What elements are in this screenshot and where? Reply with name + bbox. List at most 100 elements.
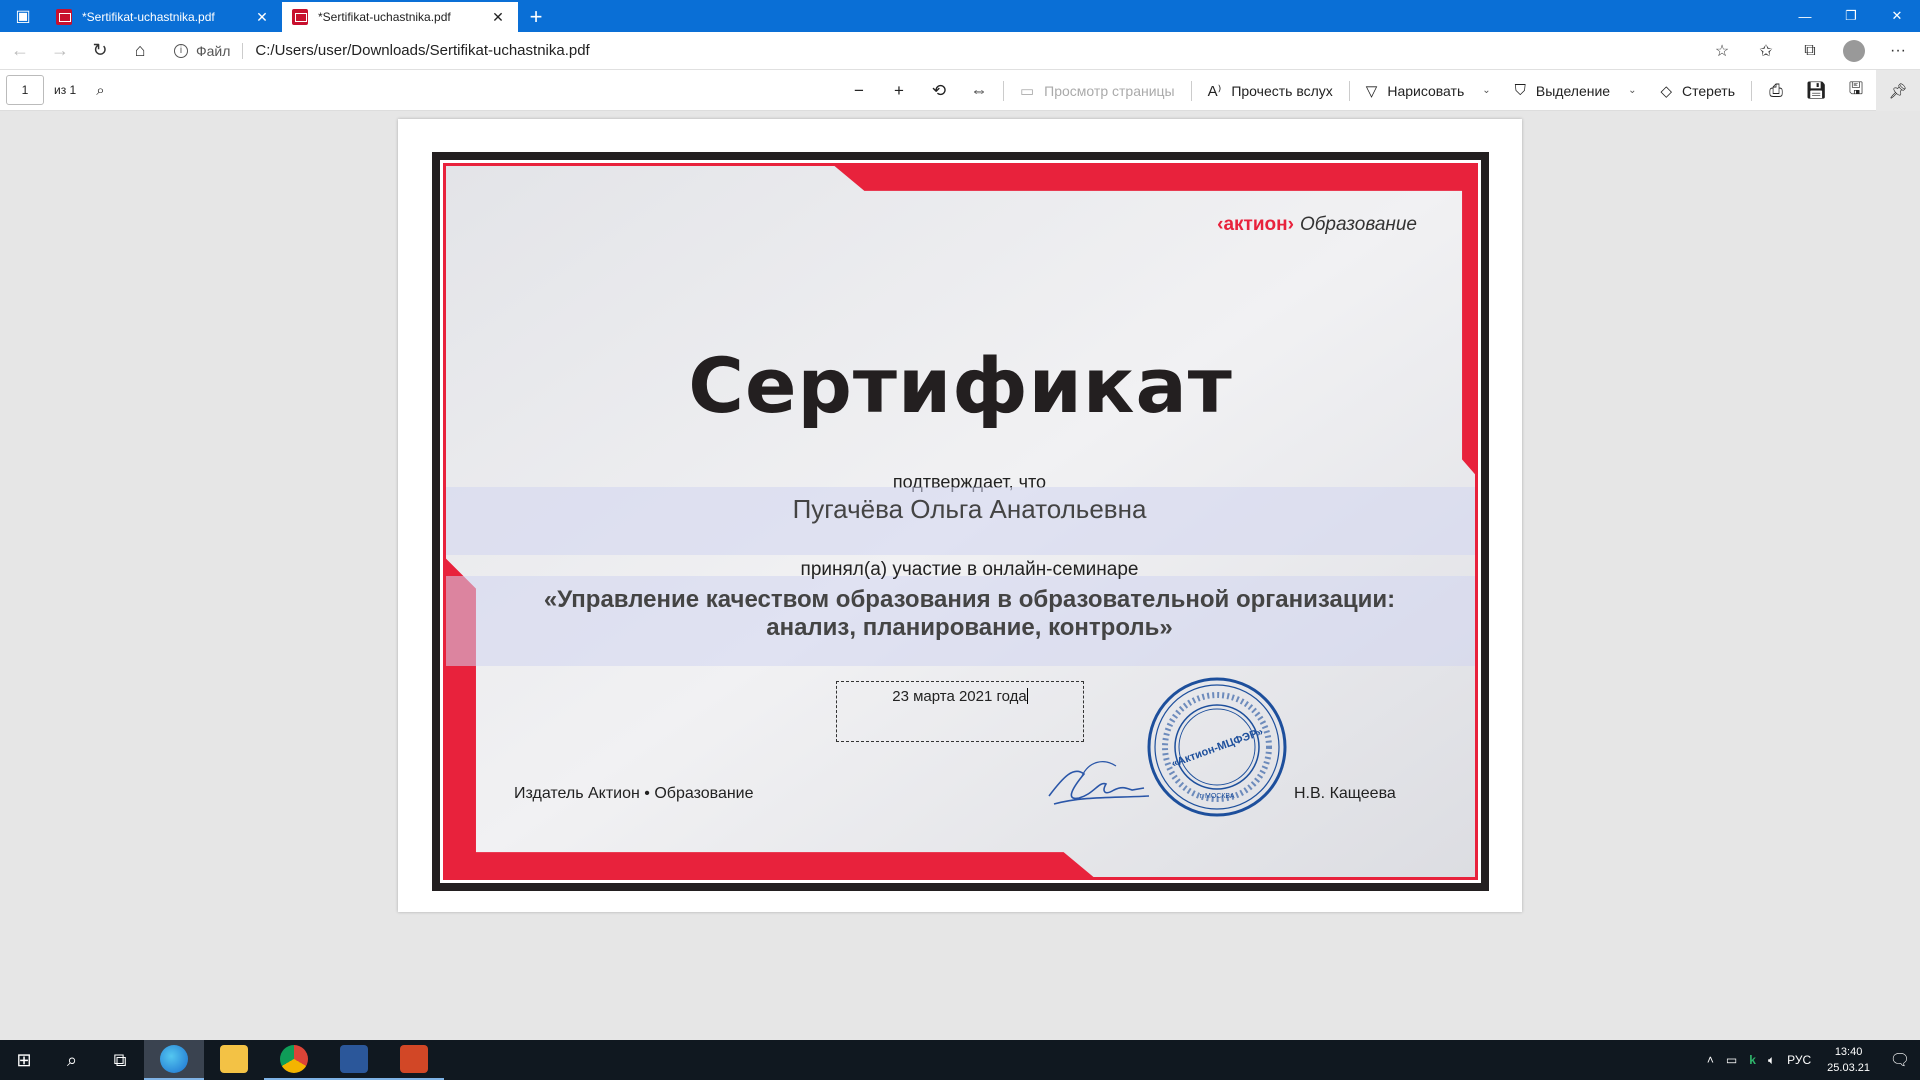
certificate-frame: ‹актион› Образование Сертификат подтверж…	[432, 152, 1489, 891]
chevron-down-icon[interactable]: ⌄	[1628, 85, 1636, 96]
page-view-button[interactable]: ▭ Просмотр страницы	[1008, 70, 1187, 111]
pdf-icon	[292, 9, 308, 25]
pin-toolbar-icon[interactable]: 📌︎	[1876, 70, 1920, 111]
clock[interactable]: 13:40 25.03.21	[1817, 1044, 1880, 1076]
divider	[1190, 80, 1192, 101]
minimize-icon[interactable]: —	[1782, 0, 1828, 32]
draw-label: Нарисовать	[1387, 82, 1465, 99]
address-bar: ← → ↻ ⌂ i Файл C:/Users/user/Downloads/S…	[0, 32, 1920, 70]
stamp-text: «Актион-МЦФЭР»	[1170, 726, 1265, 770]
search-icon[interactable]: ⌕	[48, 1040, 96, 1080]
new-tab-button[interactable]: +	[518, 2, 554, 32]
restore-icon[interactable]: ❐	[1828, 0, 1874, 32]
read-aloud-button[interactable]: A⁾ Прочесть вслух	[1196, 70, 1345, 111]
print-icon[interactable]: ⎙	[1756, 70, 1796, 111]
avatar[interactable]	[1843, 39, 1865, 62]
task-view-icon[interactable]: ⧉	[96, 1040, 144, 1080]
back-icon[interactable]: ←	[0, 35, 40, 67]
zoom-out-icon[interactable]: −	[839, 70, 879, 111]
erase-label: Стереть	[1682, 82, 1735, 99]
url-field[interactable]: i Файл C:/Users/user/Downloads/Sertifika…	[174, 36, 1700, 66]
language-indicator[interactable]: РУС	[1781, 1053, 1817, 1067]
chevron-up-icon[interactable]: ˄	[1701, 1053, 1720, 1067]
seminar-title-line: анализ, планирование, контроль»	[766, 614, 1173, 641]
clock-date: 25.03.21	[1827, 1062, 1870, 1074]
divider	[1002, 80, 1004, 101]
clock-time: 13:40	[1834, 1046, 1863, 1058]
stamp-city: г. МОСКВА	[1199, 793, 1234, 800]
divider	[1348, 80, 1350, 101]
word-app[interactable]	[324, 1040, 384, 1080]
info-icon: i	[174, 43, 188, 58]
publisher-text: Издатель Актион • Образование	[514, 785, 754, 802]
save-icon[interactable]: 💾︎	[1796, 70, 1836, 111]
favorites-icon[interactable]: ✩	[1744, 35, 1788, 67]
powerpoint-icon	[400, 1045, 428, 1073]
page-view-icon: ▭	[1019, 82, 1035, 100]
highlight-icon: ⛉	[1514, 82, 1526, 99]
tab-actions-icon[interactable]: ▣	[0, 0, 46, 32]
chrome-icon	[280, 1045, 308, 1073]
volume-icon[interactable]: 🔈︎	[1762, 1053, 1781, 1068]
network-icon[interactable]: ▭	[1720, 1053, 1743, 1067]
signature-image	[1048, 761, 1150, 805]
refresh-icon[interactable]: ↻	[80, 35, 120, 67]
company-logo: ‹актион› Образование	[1217, 214, 1417, 236]
date-field[interactable]: 23 марта 2021 года	[836, 681, 1084, 742]
highlight-button[interactable]: ⛉ Выделение ⌄	[1503, 70, 1649, 111]
edge-icon	[160, 1045, 188, 1073]
edge-app[interactable]	[144, 1040, 204, 1080]
page-number-input[interactable]: 1	[6, 75, 44, 105]
window-controls: — ❐ ✕	[1782, 0, 1920, 32]
system-tray: ˄ ▭ k 🔈︎ РУС 13:40 25.03.21 🗨︎	[1701, 1040, 1920, 1080]
pdf-page: ‹актион› Образование Сертификат подтверж…	[398, 119, 1522, 912]
highlight-label: Выделение	[1535, 82, 1611, 99]
page-count: из 1	[54, 83, 77, 97]
close-window-icon[interactable]: ✕	[1874, 0, 1920, 32]
participant-name[interactable]: Пугачёва Ольга Анатольевна	[446, 494, 1475, 525]
close-tab-icon[interactable]: ✕	[252, 9, 272, 26]
browser-titlebar: ▣ *Sertifikat-uchastnika.pdf ✕ *Sertifik…	[0, 0, 1920, 32]
logo-text: Образование	[1299, 214, 1417, 235]
tab-pdf-1[interactable]: *Sertifikat-uchastnika.pdf ✕	[46, 2, 282, 32]
close-tab-icon[interactable]: ✕	[488, 9, 508, 26]
certificate-body: ‹актион› Образование Сертификат подтверж…	[446, 166, 1475, 877]
seminar-title[interactable]: «Управление качеством образования в обра…	[446, 586, 1475, 642]
add-favorite-icon[interactable]: ☆	[1700, 35, 1744, 67]
date-text: 23 марта 2021 года	[892, 688, 1027, 705]
draw-button[interactable]: ▽ Нарисовать ⌄	[1354, 70, 1503, 111]
collections-icon[interactable]: ⧉	[1788, 35, 1832, 67]
rotate-icon[interactable]: ⟲	[919, 70, 959, 111]
tab-title: *Sertifikat-uchastnika.pdf	[318, 10, 451, 24]
scheme-label: Файл	[196, 42, 231, 59]
draw-icon: ▽	[1365, 82, 1378, 100]
logo-brand: ‹актион›	[1217, 214, 1294, 235]
tab-pdf-2[interactable]: *Sertifikat-uchastnika.pdf ✕	[282, 2, 518, 32]
start-icon[interactable]: ⊞	[0, 1040, 48, 1080]
forward-icon[interactable]: →	[40, 35, 80, 67]
tab-title: *Sertifikat-uchastnika.pdf	[82, 10, 215, 24]
text-cursor	[1026, 688, 1028, 704]
official-stamp: «Актион-МЦФЭР» г. МОСКВА	[1147, 677, 1287, 817]
eraser-icon: ◇	[1660, 82, 1673, 100]
chevron-down-icon[interactable]: ⌄	[1482, 85, 1490, 96]
chrome-app[interactable]	[264, 1040, 324, 1080]
fit-page-icon[interactable]: ⇔	[959, 70, 999, 111]
save-as-icon[interactable]: 🖫︎	[1836, 70, 1876, 111]
search-icon[interactable]: ⌕	[96, 82, 104, 99]
zoom-in-icon[interactable]: +	[879, 70, 919, 111]
pdf-icon	[56, 9, 72, 25]
erase-button[interactable]: ◇ Стереть	[1648, 70, 1747, 111]
home-icon[interactable]: ⌂	[120, 35, 160, 67]
pdf-toolbar: 1 из 1 ⌕ − + ⟲ ⇔ ▭ Просмотр страницы A⁾ …	[0, 70, 1920, 111]
pdf-tools: − + ⟲ ⇔ ▭ Просмотр страницы A⁾ Прочесть …	[839, 70, 1920, 111]
kaspersky-icon[interactable]: k	[1743, 1053, 1762, 1067]
signer-name: Н.В. Кащеева	[1294, 785, 1396, 802]
more-options-icon[interactable]: ···	[1876, 35, 1920, 67]
notifications-icon[interactable]: 🗨︎	[1880, 1040, 1920, 1080]
read-aloud-icon: A⁾	[1207, 82, 1222, 100]
read-aloud-label: Прочесть вслух	[1231, 82, 1333, 99]
file-explorer-app[interactable]	[204, 1040, 264, 1080]
powerpoint-app[interactable]	[384, 1040, 444, 1080]
site-info[interactable]: i Файл	[174, 42, 244, 59]
